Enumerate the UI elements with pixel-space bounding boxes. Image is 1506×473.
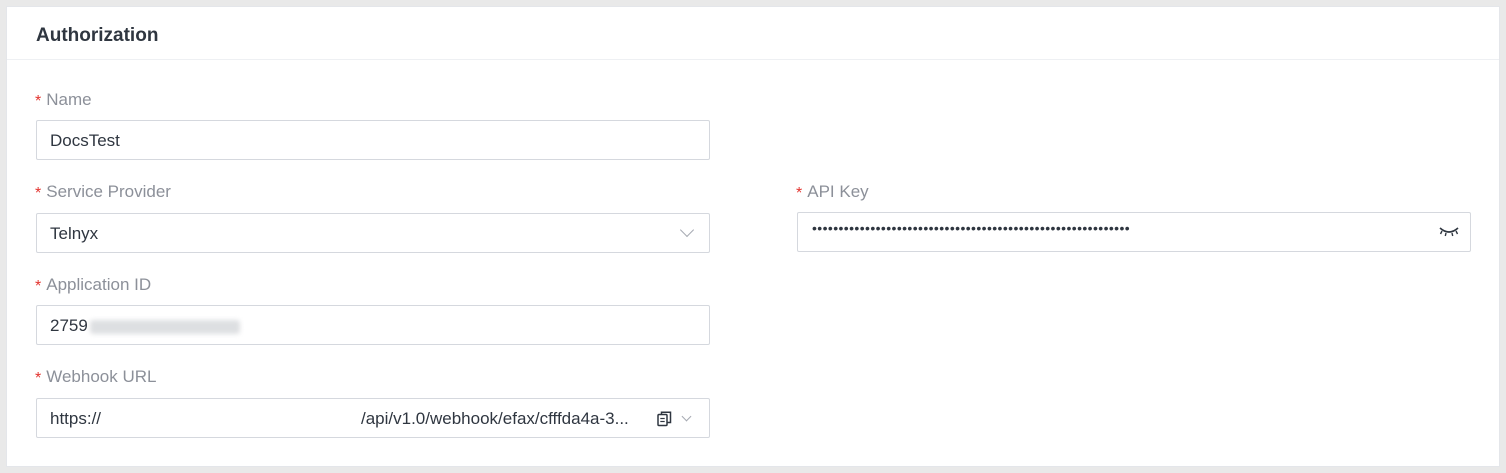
service-provider-label-text: Service Provider [46, 182, 171, 201]
application-id-input[interactable]: 2759 [36, 305, 710, 345]
api-key-masked-value: ••••••••••••••••••••••••••••••••••••••••… [812, 220, 1131, 236]
api-key-label-text: API Key [807, 182, 869, 201]
required-mark: * [35, 93, 42, 110]
service-provider-label: * Service Provider [35, 182, 171, 202]
webhook-url-input[interactable]: https:// /api/v1.0/webhook/efax/cfffda4a… [36, 398, 710, 438]
webhook-url-label: * Webhook URL [35, 367, 156, 387]
authorization-card: Authorization * Name DocsTest * Service Pr… [6, 6, 1500, 467]
name-input-value: DocsTest [50, 131, 120, 150]
application-id-visible: 2759 [50, 316, 88, 335]
application-id-label-text: Application ID [46, 275, 152, 294]
card-header: Authorization [7, 7, 1499, 60]
service-provider-select[interactable]: Telnyx [36, 213, 710, 253]
api-key-label: * API Key [796, 182, 869, 202]
chevron-down-icon [679, 222, 695, 238]
eye-closed-icon[interactable] [1438, 225, 1460, 244]
name-label: * Name [35, 90, 92, 110]
chevron-down-icon[interactable] [681, 411, 692, 422]
redacted-blur [89, 319, 240, 334]
card-title: Authorization [36, 25, 159, 46]
webhook-url-end: /api/v1.0/webhook/efax/cfffda4a-3... [361, 409, 629, 428]
webhook-url-start: https:// [50, 409, 102, 428]
webhook-url-label-text: Webhook URL [46, 367, 157, 386]
application-id-value: 2759 [50, 316, 240, 336]
application-id-label: * Application ID [35, 275, 151, 295]
service-provider-value: Telnyx [50, 224, 99, 243]
required-mark: * [35, 278, 42, 295]
required-mark: * [35, 370, 42, 387]
required-mark: * [35, 185, 42, 202]
name-input[interactable]: DocsTest [36, 120, 710, 160]
api-key-input[interactable]: ••••••••••••••••••••••••••••••••••••••••… [797, 212, 1471, 252]
copy-icon[interactable] [657, 411, 672, 432]
name-label-text: Name [46, 90, 92, 109]
required-mark: * [796, 185, 803, 202]
